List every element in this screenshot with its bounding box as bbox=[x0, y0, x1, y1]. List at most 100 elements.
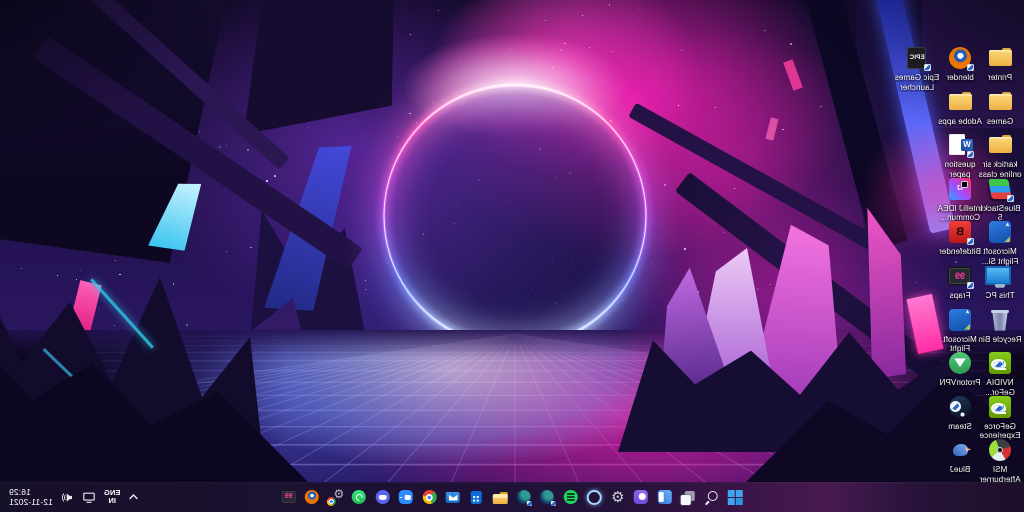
desktop-icon-label: Games bbox=[977, 117, 1023, 127]
desktop-icon-adobe-apps[interactable]: Adobe apps bbox=[937, 90, 983, 127]
clock[interactable]: 16:29 12-11-2021 bbox=[9, 487, 53, 507]
steam-icon bbox=[947, 395, 973, 419]
fraps-icon[interactable]: 99 bbox=[280, 489, 297, 506]
folder-icon bbox=[987, 133, 1013, 157]
desktop-icon-label: Epic Games Launcher bbox=[894, 73, 940, 92]
nvidia-icon bbox=[987, 351, 1013, 375]
epic-icon: EPIC bbox=[904, 46, 930, 70]
msi-icon bbox=[987, 438, 1013, 462]
desktop-screen: Printer Games kartick sir online class B… bbox=[0, 0, 1024, 512]
desktop-icon-label: Printer bbox=[977, 73, 1023, 83]
network-icon[interactable] bbox=[82, 491, 96, 504]
blender-icon[interactable] bbox=[304, 489, 321, 506]
desktop-icon-intellij-idea-commun[interactable]: IJ IntelliJ IDEA Commun... bbox=[937, 177, 983, 223]
ethernet-icon bbox=[82, 491, 96, 504]
chrome-gears-icon[interactable] bbox=[327, 489, 344, 506]
desktop-icon-microsoft-flight-si[interactable]: Microsoft Flight Si... bbox=[977, 220, 1023, 266]
widgets-button[interactable] bbox=[656, 489, 673, 506]
msfs-icon bbox=[947, 308, 973, 332]
desktop-icon-protonvpn[interactable]: ProtonVPN bbox=[937, 351, 983, 388]
desktop-icon-kartick-sir-online-class[interactable]: kartick sir online class bbox=[977, 133, 1023, 179]
mail-icon[interactable] bbox=[445, 489, 462, 506]
decor: 99 bbox=[282, 491, 296, 503]
decor: EPIC bbox=[908, 47, 927, 69]
decor bbox=[964, 324, 970, 330]
msfs-icon bbox=[987, 220, 1013, 244]
desktop-icon-epic-games-launcher[interactable]: EPIC Epic Games Launcher bbox=[894, 46, 940, 92]
intellij-icon: IJ bbox=[947, 177, 973, 201]
language-line2: IN bbox=[108, 497, 116, 505]
thispc-icon bbox=[987, 264, 1013, 288]
desktop-icon-bluestacks-5[interactable]: BlueStacks 5 bbox=[977, 177, 1023, 223]
search-button[interactable] bbox=[703, 489, 720, 506]
task-view-button[interactable] bbox=[680, 489, 697, 506]
geforce-icon bbox=[987, 395, 1013, 419]
file-explorer-icon[interactable] bbox=[492, 489, 509, 506]
start-button[interactable] bbox=[727, 489, 744, 506]
system-tray: ENG IN 16:29 12-11-2021 bbox=[0, 482, 139, 512]
decor: IJ bbox=[957, 185, 963, 192]
desktop-icon-this-pc[interactable]: This PC bbox=[977, 264, 1023, 301]
desktop-icon-bitdefender[interactable]: B Bitdefender bbox=[937, 220, 983, 257]
desktop-icon-label: This PC bbox=[977, 291, 1023, 301]
desktop-icon-blender[interactable]: blender bbox=[937, 46, 983, 83]
desktop-icon-label: Adobe apps bbox=[937, 117, 983, 127]
desktop-icon-label: Recycle Bin bbox=[977, 335, 1023, 345]
flight-simulator-icon-1[interactable] bbox=[515, 489, 532, 506]
proton-icon bbox=[947, 351, 973, 375]
desktop-icon-question-paper-debe[interactable]: W question paper debe... bbox=[937, 133, 983, 179]
desktop-icon-grid: Printer Games kartick sir online class B… bbox=[0, 0, 1024, 512]
ring-app-icon[interactable] bbox=[586, 489, 603, 506]
tray-chevron-icon[interactable] bbox=[128, 492, 139, 502]
microsoft-store-icon[interactable] bbox=[468, 489, 485, 506]
decor: B bbox=[956, 226, 964, 238]
clock-time: 16:29 bbox=[9, 487, 53, 497]
desktop-icon-recycle-bin[interactable]: Recycle Bin bbox=[977, 308, 1023, 345]
settings-app-icon[interactable] bbox=[609, 489, 626, 506]
chat-button[interactable] bbox=[633, 489, 650, 506]
chevron-up-icon bbox=[128, 492, 139, 502]
folder-icon bbox=[987, 46, 1013, 70]
desktop-icon-steam[interactable]: Steam bbox=[937, 395, 983, 432]
desktop-icon-printer[interactable]: Printer bbox=[977, 46, 1023, 83]
folder-icon bbox=[987, 90, 1013, 114]
desktop-icon-label: Fraps bbox=[937, 291, 983, 301]
taskbar: 99 ENG IN bbox=[0, 482, 1024, 512]
chrome-icon[interactable] bbox=[421, 489, 438, 506]
whatsapp-icon[interactable] bbox=[351, 489, 368, 506]
decor bbox=[67, 493, 72, 501]
desktop-icon-label: Steam bbox=[937, 422, 983, 432]
spotify-icon[interactable] bbox=[562, 489, 579, 506]
clock-date: 12-11-2021 bbox=[9, 497, 53, 507]
desktop-icon-label: Bitdefender bbox=[937, 247, 983, 257]
word-icon: W bbox=[947, 133, 973, 157]
language-indicator[interactable]: ENG IN bbox=[104, 489, 121, 505]
desktop-icon-geforce-experience[interactable]: GeForce Experience bbox=[977, 395, 1023, 441]
recycle-icon bbox=[987, 308, 1013, 332]
decor: W bbox=[961, 139, 973, 151]
flight-simulator-icon-2[interactable] bbox=[539, 489, 556, 506]
frapsd-icon: 99 bbox=[947, 264, 973, 288]
bitdef-icon: B bbox=[947, 220, 973, 244]
decor bbox=[62, 493, 65, 500]
desktop-icon-microsoft-flight-simu[interactable]: Microsoft Flight Simu... bbox=[937, 308, 983, 354]
zoom-icon[interactable] bbox=[398, 489, 415, 506]
decor bbox=[84, 493, 94, 500]
taskbar-icon-row: 99 bbox=[280, 482, 744, 512]
desktop-icon-msi-afterburner[interactable]: MSI Afterburner bbox=[977, 438, 1023, 484]
decor bbox=[130, 495, 137, 499]
desktop-icon-label: ProtonVPN bbox=[937, 378, 983, 388]
blender-icon bbox=[947, 46, 973, 70]
discord-icon[interactable] bbox=[374, 489, 391, 506]
bluestacks-icon bbox=[987, 177, 1013, 201]
volume-icon[interactable] bbox=[61, 491, 74, 504]
desktop-icon-bluej[interactable]: BlueJ bbox=[937, 438, 983, 475]
desktop-icon-label: blender bbox=[937, 73, 983, 83]
desktop-icon-nvidia-gefor[interactable]: NVIDIA GeFor... bbox=[977, 351, 1023, 397]
desktop-icon-fraps[interactable]: 99 Fraps bbox=[937, 264, 983, 301]
decor: 99 bbox=[950, 268, 971, 284]
desktop-icon-games[interactable]: Games bbox=[977, 90, 1023, 127]
decor bbox=[1004, 236, 1010, 242]
desktop-icon-label: BlueJ bbox=[937, 465, 983, 475]
speaker-icon bbox=[61, 491, 74, 504]
